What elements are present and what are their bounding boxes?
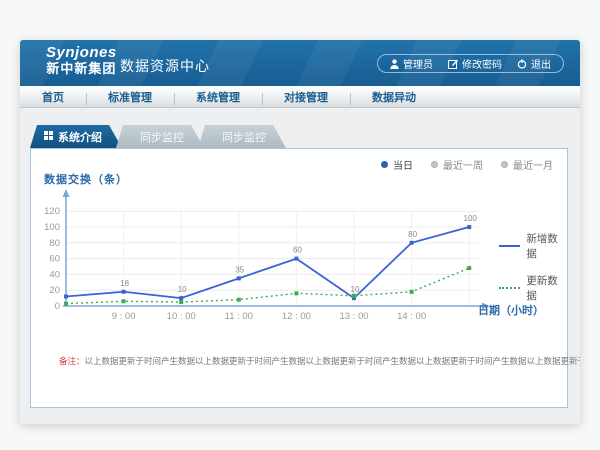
x-axis-title: 日期（小时） <box>478 302 544 318</box>
svg-text:12 : 00: 12 : 00 <box>282 311 311 322</box>
footer-note: 备注：以上数据更新于时间产生数据以上数据更新于时间产生数据以上数据更新于时间产生… <box>59 355 551 367</box>
svg-text:14 : 00: 14 : 00 <box>397 311 426 322</box>
app-window: Synjones 新中新集团 数据资源中心 管理员 修改密码 退出 首页 标准管… <box>20 40 580 424</box>
svg-text:40: 40 <box>49 269 60 280</box>
logo-company-name: 新中新集团 <box>46 62 117 76</box>
note-label: 备注： <box>59 356 85 366</box>
app-header: Synjones 新中新集团 数据资源中心 管理员 修改密码 退出 <box>20 40 580 86</box>
svg-text:9 : 00: 9 : 00 <box>112 311 136 322</box>
svg-text:18: 18 <box>120 279 129 288</box>
svg-text:120: 120 <box>44 206 60 217</box>
user-icon <box>390 59 399 69</box>
chart-legend: 新增数据 更新数据 <box>499 231 567 303</box>
change-password-label: 修改密码 <box>462 56 502 71</box>
svg-text:100: 100 <box>464 214 478 223</box>
tab-bar: 系统介绍 同步监控 同步监控 <box>30 125 286 148</box>
company-logo: Synjones 新中新集团 <box>46 45 117 76</box>
legend-item-new-data[interactable]: 新增数据 <box>499 231 567 261</box>
svg-text:13 : 00: 13 : 00 <box>339 311 368 322</box>
logout-button[interactable]: 退出 <box>517 56 551 71</box>
svg-text:35: 35 <box>235 265 244 274</box>
nav-item-system-mgmt[interactable]: 系统管理 <box>174 89 262 105</box>
tab-sync-monitor-1[interactable]: 同步监控 <box>116 125 204 148</box>
main-nav: 首页 标准管理 系统管理 对接管理 数据异动 <box>20 86 580 108</box>
edit-icon <box>448 59 458 69</box>
legend-label: 更新数据 <box>526 273 567 303</box>
svg-text:100: 100 <box>44 222 60 233</box>
logo-brand-text: Synjones <box>46 45 117 62</box>
page-title: 数据资源中心 <box>120 56 210 76</box>
svg-text:10: 10 <box>351 285 360 294</box>
nav-item-home[interactable]: 首页 <box>20 89 86 105</box>
current-user-button[interactable]: 管理员 <box>390 56 433 71</box>
nav-item-integration-mgmt[interactable]: 对接管理 <box>262 89 350 105</box>
svg-text:10 : 00: 10 : 00 <box>167 311 196 322</box>
solid-line-icon <box>499 245 520 247</box>
svg-text:60: 60 <box>293 246 302 255</box>
svg-text:0: 0 <box>55 301 60 312</box>
svg-text:60: 60 <box>49 254 60 265</box>
grid-icon <box>44 131 53 143</box>
chart-panel: 当日 最近一周 最近一月 数据交换（条） 0204060801001209 : … <box>30 148 568 408</box>
svg-text:10: 10 <box>178 285 187 294</box>
svg-text:20: 20 <box>49 285 60 296</box>
change-password-button[interactable]: 修改密码 <box>448 56 502 71</box>
note-text: 以上数据更新于时间产生数据以上数据更新于时间产生数据以上数据更新于时间产生数据以… <box>85 356 580 366</box>
user-toolbar: 管理员 修改密码 退出 <box>377 54 564 73</box>
logout-label: 退出 <box>531 56 551 71</box>
nav-item-standard-mgmt[interactable]: 标准管理 <box>86 89 174 105</box>
tab-label: 同步监控 <box>222 129 266 145</box>
line-chart: 0 20 40 60 80 100 120 9 : 00 10 : 00 11 : 00 12 : … <box>31 149 569 349</box>
tab-label: 同步监控 <box>140 129 184 145</box>
svg-text:80: 80 <box>408 230 417 239</box>
tab-label: 系统介绍 <box>58 129 102 145</box>
legend-label: 新增数据 <box>526 231 567 261</box>
svg-text:80: 80 <box>49 238 60 249</box>
svg-text:11 : 00: 11 : 00 <box>225 311 253 322</box>
tab-system-intro[interactable]: 系统介绍 <box>30 125 122 148</box>
dotted-line-icon <box>499 287 520 289</box>
tab-sync-monitor-2[interactable]: 同步监控 <box>198 125 286 148</box>
legend-item-updated-data[interactable]: 更新数据 <box>499 273 567 303</box>
power-icon <box>517 59 527 69</box>
current-user-label: 管理员 <box>403 56 433 71</box>
nav-item-data-changes[interactable]: 数据异动 <box>350 89 438 105</box>
